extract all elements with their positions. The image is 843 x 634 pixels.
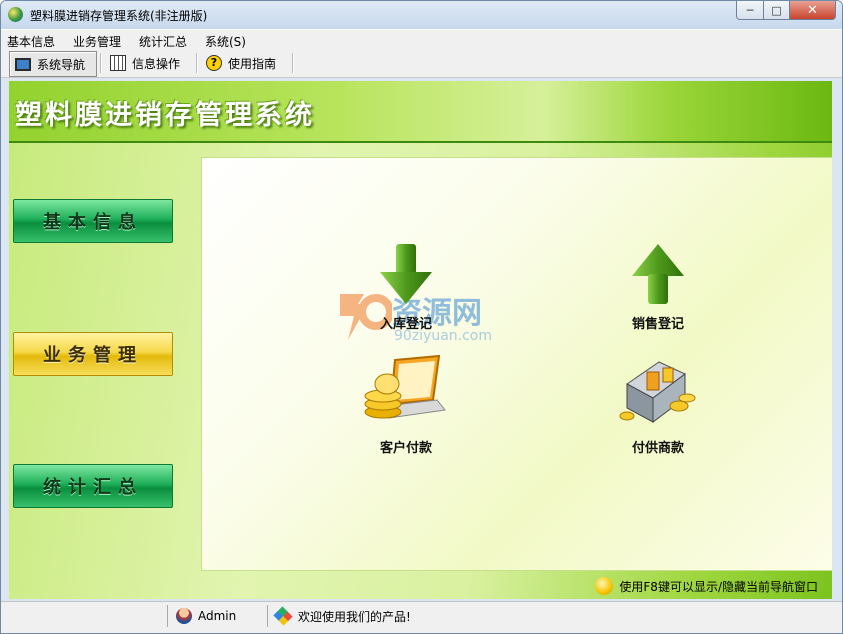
maximize-button[interactable]: □ (764, 1, 790, 20)
sales-entry-label: 销售登记 (631, 317, 684, 332)
up-arrow-icon (632, 244, 684, 304)
nav-statistics-label: 统计汇总 (43, 477, 143, 498)
coins-laptop-icon (364, 354, 446, 419)
menu-statistics[interactable]: 统计汇总 (139, 33, 187, 50)
toolbar-separator (196, 53, 198, 73)
supplier-payment-label: 付供商款 (631, 441, 684, 456)
minimize-icon: ─ (746, 3, 754, 17)
nav-business-label: 业务管理 (43, 345, 143, 366)
status-user-name: Admin (198, 609, 237, 623)
monitor-icon (15, 57, 31, 71)
status-bar: Admin 欢迎使用我们的产品! (1, 601, 842, 633)
down-arrow-icon (380, 244, 432, 304)
close-icon: ✕ (807, 2, 818, 18)
grid-icon (110, 55, 126, 71)
customer-payment-button[interactable]: 客户付款 (346, 354, 466, 456)
toolbar: 系统导航 信息操作 ? 使用指南 (1, 49, 842, 78)
menu-bar: 基本信息 业务管理 统计汇总 系统(S) (1, 29, 842, 50)
toolbar-separator (100, 53, 102, 73)
banner-title: 塑料膜进销存管理系统 (15, 100, 315, 131)
window-controls: ─ □ ✕ (736, 1, 836, 21)
user-icon (176, 608, 192, 624)
maximize-icon: □ (771, 3, 782, 17)
product-cube-icon (273, 606, 293, 626)
toolbar-guide-label: 使用指南 (228, 56, 277, 71)
sales-entry-button[interactable]: 销售登记 (598, 242, 718, 332)
stock-in-button[interactable]: 入库登记 (346, 242, 466, 332)
window-title: 塑料膜进销存管理系统(非注册版) (30, 9, 208, 23)
minimize-button[interactable]: ─ (736, 1, 764, 20)
app-logo-icon (8, 7, 23, 22)
status-message-panel: 欢迎使用我们的产品! (267, 605, 568, 627)
stock-in-label: 入库登记 (379, 317, 432, 332)
help-icon: ? (206, 55, 222, 71)
status-user-panel: Admin (167, 605, 264, 627)
supplier-payment-button[interactable]: 付供商款 (598, 354, 718, 456)
menu-basic-info[interactable]: 基本信息 (7, 33, 55, 50)
nav-basic-info-label: 基本信息 (43, 212, 143, 233)
lightbulb-icon (595, 577, 614, 595)
nav-statistics-button[interactable]: 统计汇总 (13, 464, 173, 508)
toolbar-info-ops-label: 信息操作 (132, 56, 181, 71)
menu-system[interactable]: 系统(S) (205, 33, 246, 50)
toolbar-separator (292, 53, 294, 73)
f8-hint: 使用F8键可以显示/隐藏当前导航窗口 (595, 577, 818, 595)
f8-hint-text: 使用F8键可以显示/隐藏当前导航窗口 (619, 579, 818, 594)
title-bar[interactable]: 塑料膜进销存管理系统(非注册版) ─ □ ✕ (1, 1, 842, 29)
coins-box-icon (619, 361, 696, 423)
toolbar-guide-button[interactable]: ? 使用指南 (201, 51, 287, 75)
toolbar-system-nav-button[interactable]: 系统导航 (9, 51, 97, 77)
toolbar-info-ops-button[interactable]: 信息操作 (105, 51, 191, 75)
main-navigation-panel: 塑料膜进销存管理系统 基本信息 业务管理 统计汇总 资源网 90ziyuan.c… (9, 81, 832, 599)
nav-basic-info-button[interactable]: 基本信息 (13, 199, 173, 243)
customer-payment-label: 客户付款 (379, 441, 432, 456)
status-message: 欢迎使用我们的产品! (298, 609, 411, 624)
close-button[interactable]: ✕ (790, 1, 836, 20)
nav-business-button[interactable]: 业务管理 (13, 332, 173, 376)
banner: 塑料膜进销存管理系统 (9, 81, 832, 143)
menu-business[interactable]: 业务管理 (73, 33, 121, 50)
app-window: 塑料膜进销存管理系统(非注册版) ─ □ ✕ 基本信息 业务管理 统计汇总 系统… (0, 0, 843, 634)
function-area: 资源网 90ziyuan.com 入库登记 销售登记 客户付款 付供商款 (201, 157, 832, 571)
toolbar-system-nav-label: 系统导航 (37, 57, 86, 72)
